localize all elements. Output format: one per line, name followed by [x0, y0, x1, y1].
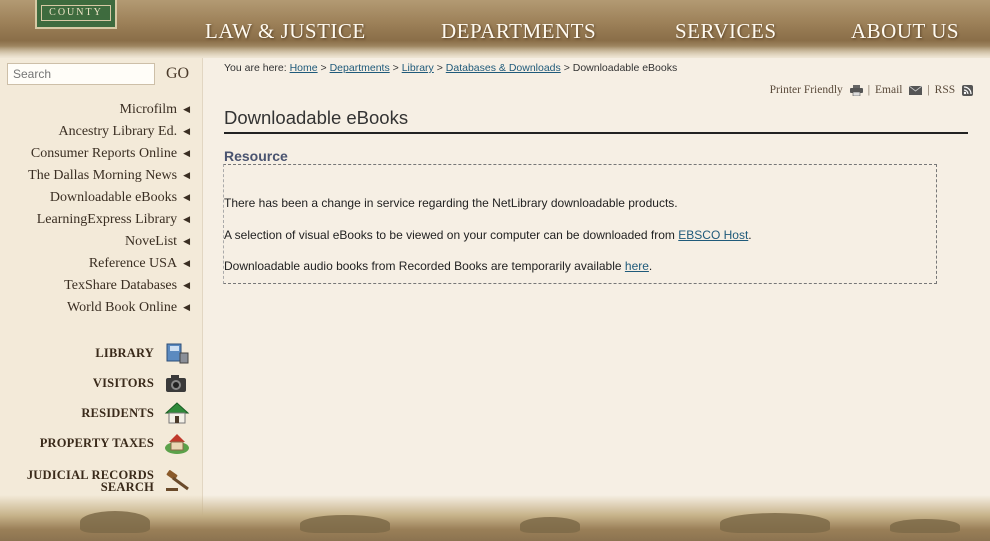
- rss-icon: [962, 84, 973, 96]
- resource-line-2-text: A selection of visual eBooks to be viewe…: [224, 228, 679, 242]
- arrow-left-icon: ◀: [183, 148, 190, 158]
- nav-about-us[interactable]: ABOUT US: [851, 19, 959, 44]
- arrow-left-icon: ◀: [183, 280, 190, 290]
- resource-line-2-end: .: [748, 228, 752, 242]
- quick-link-residents[interactable]: RESIDENTS: [0, 400, 190, 426]
- recorded-books-here-link[interactable]: here: [625, 259, 649, 273]
- quick-link-label: PROPERTY TAXES: [39, 436, 154, 450]
- landscape-tree: [520, 517, 580, 533]
- arrow-left-icon: ◀: [183, 104, 190, 114]
- breadcrumb-separator: >: [392, 62, 399, 74]
- arrow-left-icon: ◀: [183, 236, 190, 246]
- resource-line-2: A selection of visual eBooks to be viewe…: [224, 228, 752, 242]
- sidebar-item-label: LearningExpress Library: [36, 212, 178, 227]
- gavel-icon: [164, 469, 190, 493]
- quick-link-judicial-records[interactable]: JUDICIAL RECORDS SEARCH: [0, 466, 190, 496]
- arrow-left-icon: ◀: [183, 126, 190, 136]
- county-logo[interactable]: COUNTY: [35, 0, 117, 29]
- breadcrumb: You are here: Home > Departments > Libra…: [224, 62, 677, 74]
- arrow-left-icon: ◀: [183, 170, 190, 180]
- property-icon: [164, 431, 190, 455]
- quick-link-label: VISITORS: [92, 376, 154, 390]
- sidebar-item-microfilm[interactable]: Microfilm ◀: [0, 98, 190, 120]
- sidebar-item-consumer-reports[interactable]: Consumer Reports Online ◀: [0, 142, 190, 164]
- landscape-tree: [890, 519, 960, 533]
- printer-friendly-link[interactable]: Printer Friendly: [770, 84, 863, 96]
- sidebar: GO Microfilm ◀ Ancestry Library Ed. ◀ Cons…: [0, 58, 203, 528]
- logo-text: COUNTY: [41, 5, 111, 21]
- landscape-tree: [720, 513, 830, 533]
- sidebar-item-label: Downloadable eBooks: [49, 190, 178, 205]
- sidebar-item-label: World Book Online: [66, 300, 178, 315]
- house-icon: [164, 401, 190, 425]
- landscape-tree: [80, 511, 150, 533]
- quick-link-label: JUDICIAL RECORDS SEARCH: [27, 469, 154, 494]
- title-divider: [224, 132, 968, 134]
- sidebar-item-label: Reference USA: [88, 256, 178, 271]
- library-icon: [164, 341, 190, 365]
- breadcrumb-prefix: You are here:: [224, 62, 287, 74]
- site-header: COUNTY LAW & JUSTICE DEPARTMENTS SERVICE…: [0, 0, 990, 58]
- breadcrumb-library[interactable]: Library: [402, 62, 434, 74]
- breadcrumb-separator: >: [320, 62, 327, 74]
- sidebar-item-downloadable-ebooks[interactable]: Downloadable eBooks ◀: [0, 186, 190, 208]
- resource-line-3-end: .: [648, 259, 653, 273]
- sidebar-item-label: TexShare Databases: [64, 278, 178, 293]
- page-title: Downloadable eBooks: [224, 107, 409, 128]
- search-input[interactable]: [7, 63, 155, 85]
- sidebar-item-label: Consumer Reports Online: [30, 146, 178, 161]
- sidebar-item-label: Ancestry Library Ed.: [58, 124, 178, 139]
- section-heading: Resource: [224, 148, 288, 164]
- quick-link-visitors[interactable]: VISITORS: [0, 370, 190, 396]
- printer-icon: [849, 84, 863, 96]
- page-tools: Printer Friendly | Email | RSS: [770, 84, 973, 96]
- resource-line-3: Downloadable audio books from Recorded B…: [224, 259, 652, 273]
- quick-link-label-line2: SEARCH: [100, 480, 154, 494]
- tools-separator: |: [927, 84, 930, 96]
- database-menu: Microfilm ◀ Ancestry Library Ed. ◀ Consume…: [0, 98, 190, 318]
- nav-services[interactable]: SERVICES: [675, 19, 777, 44]
- go-button[interactable]: GO: [166, 65, 189, 83]
- breadcrumb-separator: >: [436, 62, 443, 74]
- resource-line-1: There has been a change in service regar…: [224, 196, 678, 210]
- sidebar-item-learningexpress[interactable]: LearningExpress Library ◀: [0, 208, 190, 230]
- sidebar-item-label: NoveList: [124, 234, 178, 249]
- email-link[interactable]: Email: [875, 84, 923, 96]
- footer-landscape: [0, 495, 990, 541]
- quick-link-property-taxes[interactable]: PROPERTY TAXES: [0, 430, 190, 456]
- nav-departments[interactable]: DEPARTMENTS: [441, 19, 596, 44]
- sidebar-item-texshare[interactable]: TexShare Databases ◀: [0, 274, 190, 296]
- envelope-icon: [909, 85, 923, 95]
- sidebar-item-ancestry[interactable]: Ancestry Library Ed. ◀: [0, 120, 191, 142]
- arrow-left-icon: ◀: [183, 258, 190, 268]
- quick-link-library[interactable]: LIBRARY: [0, 340, 190, 366]
- ebsco-host-link[interactable]: EBSCO Host: [678, 228, 748, 242]
- sidebar-item-reference-usa[interactable]: Reference USA ◀: [0, 252, 190, 274]
- arrow-left-icon: ◀: [183, 192, 190, 202]
- tools-separator: |: [867, 84, 870, 96]
- sidebar-item-world-book[interactable]: World Book Online ◀: [0, 296, 190, 318]
- rss-link[interactable]: RSS: [935, 84, 973, 96]
- camera-icon: [164, 371, 190, 395]
- quick-link-label: RESIDENTS: [81, 406, 154, 420]
- breadcrumb-databases-downloads[interactable]: Databases & Downloads: [446, 62, 561, 74]
- sidebar-item-label: The Dallas Morning News: [28, 168, 178, 183]
- printer-friendly-label: Printer Friendly: [769, 84, 843, 96]
- resource-line-3-text: Downloadable audio books from Recorded B…: [224, 259, 625, 273]
- landscape-tree: [300, 515, 390, 533]
- breadcrumb-separator: >: [563, 62, 570, 74]
- rss-label: RSS: [934, 84, 956, 96]
- sidebar-item-dallas-morning-news[interactable]: The Dallas Morning News ◀: [0, 164, 190, 186]
- sidebar-item-label: Microfilm: [119, 102, 178, 117]
- breadcrumb-departments[interactable]: Departments: [330, 62, 390, 74]
- nav-law-justice[interactable]: LAW & JUSTICE: [205, 19, 366, 44]
- quick-link-label: LIBRARY: [95, 346, 154, 360]
- arrow-left-icon: ◀: [183, 302, 190, 312]
- arrow-left-icon: ◀: [183, 214, 190, 224]
- breadcrumb-current: Downloadable eBooks: [572, 62, 678, 74]
- sidebar-item-novelist[interactable]: NoveList ◀: [0, 230, 190, 252]
- breadcrumb-home[interactable]: Home: [290, 62, 318, 74]
- email-label: Email: [875, 84, 903, 96]
